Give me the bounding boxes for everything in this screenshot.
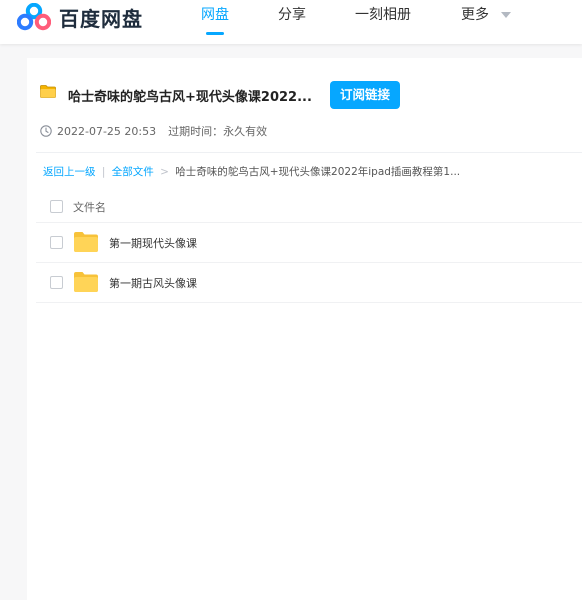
filename-column-header: 文件名 xyxy=(73,201,106,214)
breadcrumb-divider: | xyxy=(101,166,106,178)
nav-tab-label: 分享 xyxy=(278,7,306,23)
expire-label: 过期时间： xyxy=(168,125,224,138)
all-files-link[interactable]: 全部文件 xyxy=(112,166,154,178)
expire-value: 永久有效 xyxy=(223,125,268,138)
row-checkbox[interactable] xyxy=(50,236,63,249)
nav-tab-label: 一刻相册 xyxy=(355,7,411,23)
nav-tab-more[interactable]: 更多 xyxy=(461,0,512,44)
nav-tab-label: 更多 xyxy=(461,7,489,23)
baidu-netdisk-logo[interactable]: 百度网盘 xyxy=(17,1,143,33)
back-link[interactable]: 返回上一级 xyxy=(43,166,96,178)
divider xyxy=(36,152,582,153)
row-checkbox[interactable] xyxy=(50,276,63,289)
nav-tab-moment-album[interactable]: 一刻相册 xyxy=(355,0,411,44)
folder-icon xyxy=(74,232,98,252)
select-all-checkbox[interactable] xyxy=(50,200,63,213)
folder-icon xyxy=(74,272,98,292)
app-name: 百度网盘 xyxy=(59,6,143,31)
nav-tab-label: 网盘 xyxy=(201,7,229,23)
share-content-panel: 哈士奇味的鸵鸟古风+现代头像课2022... 订阅链接 2022-07-25 2… xyxy=(27,58,582,600)
top-navigation-bar: 百度网盘 网盘 分享 一刻相册 更多 xyxy=(0,0,582,44)
list-item[interactable]: 第一期现代头像课 xyxy=(36,223,582,263)
breadcrumb-arrow: > xyxy=(160,166,169,178)
active-tab-indicator xyxy=(206,32,224,35)
breadcrumb: 返回上一级 | 全部文件 > 哈士奇味的鸵鸟古风+现代头像课2022年ipad插… xyxy=(43,164,460,179)
subscribe-link-button[interactable]: 订阅链接 xyxy=(330,81,400,109)
folder-name[interactable]: 第一期古风头像课 xyxy=(109,275,197,291)
breadcrumb-current: 哈士奇味的鸵鸟古风+现代头像课2022年ipad插画教程第1... xyxy=(175,166,461,178)
clock-icon xyxy=(40,125,52,137)
folder-name[interactable]: 第一期现代头像课 xyxy=(109,235,197,251)
file-list-header: 文件名 xyxy=(36,191,582,223)
share-meta: 2022-07-25 20:53 过期时间： 永久有效 xyxy=(40,123,267,139)
cloud-logo-icon xyxy=(17,3,51,31)
list-item[interactable]: 第一期古风头像课 xyxy=(36,263,582,303)
share-date: 2022-07-25 20:53 xyxy=(57,124,157,138)
folder-icon xyxy=(40,85,56,98)
nav-tab-share[interactable]: 分享 xyxy=(278,0,306,44)
share-title: 哈士奇味的鸵鸟古风+现代头像课2022... xyxy=(68,90,312,105)
nav-tab-netdisk[interactable]: 网盘 xyxy=(201,0,229,44)
chevron-down-icon xyxy=(501,12,512,18)
